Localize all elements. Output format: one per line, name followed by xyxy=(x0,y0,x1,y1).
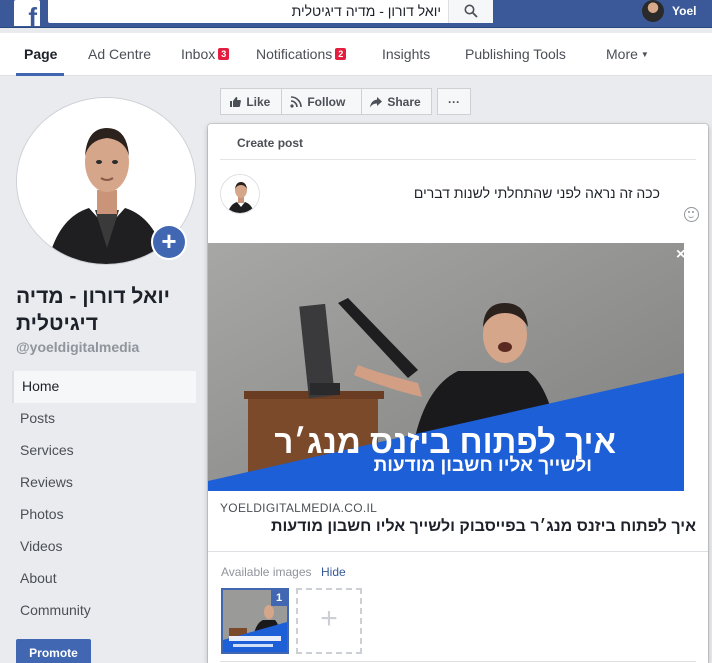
sidebar-item-about[interactable]: About xyxy=(12,563,196,595)
follow-label: Follow xyxy=(307,95,346,109)
page-title: יואל דורון - מדיה דיגיטלית xyxy=(16,285,170,335)
divider xyxy=(220,661,696,662)
available-images-label: Available images xyxy=(221,565,312,579)
hide-images-link[interactable]: Hide xyxy=(321,565,346,579)
search-icon xyxy=(464,4,478,18)
more-options-button[interactable]: ··· xyxy=(437,88,471,115)
promote-button[interactable]: Promote xyxy=(16,639,91,663)
divider xyxy=(208,551,708,552)
post-text-input[interactable]: ככה זה נראה לפני שהתחלתי לשנות דברים xyxy=(414,185,660,201)
search-button[interactable] xyxy=(448,0,493,23)
remove-preview-close-icon[interactable]: × xyxy=(676,246,685,264)
top-bar: f יואל דורון - מדיה דיגיטלית Yoel xyxy=(0,0,712,28)
tab-more[interactable]: More ▼ xyxy=(606,46,649,62)
like-button[interactable]: Like xyxy=(220,88,282,115)
rss-icon xyxy=(290,96,302,108)
plus-icon: + xyxy=(320,602,338,635)
tab-page[interactable]: Page xyxy=(24,46,57,62)
avatar xyxy=(220,174,260,214)
thumbs-up-icon xyxy=(230,97,241,107)
banner-subheadline: ולשייך אליו חשבון מודעות xyxy=(373,455,592,476)
tab-inbox[interactable]: Inbox 3 xyxy=(181,46,230,62)
tab-inbox-label: Inbox xyxy=(181,46,216,62)
plus-icon: + xyxy=(153,226,185,258)
add-image-button[interactable]: + xyxy=(296,588,362,654)
share-label: Share xyxy=(387,95,421,109)
link-domain: YOELDIGITALMEDIA.CO.IL xyxy=(220,501,378,515)
search-bar[interactable]: יואל דורון - מדיה דיגיטלית xyxy=(48,0,493,23)
facebook-logo-icon[interactable]: f xyxy=(14,0,40,26)
sidebar-nav: Home Posts Services Reviews Photos Video… xyxy=(12,371,196,627)
composer-header: Create post xyxy=(220,124,696,160)
create-post-dialog: Create post ככה זה נראה לפני שהתחלתי לשנ… xyxy=(208,124,708,663)
sidebar-item-community[interactable]: Community xyxy=(12,595,196,627)
link-title[interactable]: איך לפתוח ביזנס מנג׳ר בפייסבוק ולשייך אל… xyxy=(271,518,696,536)
search-input[interactable]: יואל דורון - מדיה דיגיטלית xyxy=(292,3,441,19)
sidebar-item-home[interactable]: Home xyxy=(12,371,196,403)
selected-count-badge: 1 xyxy=(271,590,287,606)
tab-notifications[interactable]: Notifications 2 xyxy=(256,46,347,62)
composer-avatar-image xyxy=(221,175,259,213)
follow-button[interactable]: Follow xyxy=(281,88,362,115)
inbox-badge: 3 xyxy=(218,48,230,60)
sidebar-item-services[interactable]: Services xyxy=(12,435,196,467)
like-label: Like xyxy=(246,95,271,109)
user-name: Yoel xyxy=(672,4,697,18)
active-tab-indicator xyxy=(16,73,64,76)
sidebar-item-videos[interactable]: Videos xyxy=(12,531,196,563)
tab-more-label: More xyxy=(606,46,638,62)
caret-down-icon: ▼ xyxy=(640,50,649,59)
tab-ad-centre[interactable]: Ad Centre xyxy=(88,46,151,62)
tab-insights[interactable]: Insights xyxy=(382,46,430,62)
page-nav-bar: Page Ad Centre Inbox 3 Notifications 2 Ins… xyxy=(0,33,712,76)
emoji-icon[interactable] xyxy=(684,207,699,222)
sidebar-item-photos[interactable]: Photos xyxy=(12,499,196,531)
update-profile-picture-button[interactable]: + xyxy=(151,224,187,260)
avatar xyxy=(642,0,664,22)
composer-title[interactable]: Create post xyxy=(237,136,303,150)
link-preview-image[interactable]: איך לפתוח ביזנס מנג׳ר ולשייך אליו חשבון … xyxy=(208,243,684,491)
tab-publishing-tools[interactable]: Publishing Tools xyxy=(465,46,566,62)
share-arrow-icon xyxy=(370,97,382,108)
sidebar-item-reviews[interactable]: Reviews xyxy=(12,467,196,499)
share-button[interactable]: Share xyxy=(361,88,432,115)
page-username[interactable]: @yoeldigitalmedia xyxy=(16,339,139,355)
selected-image-thumbnail[interactable]: 1 xyxy=(221,588,289,654)
tab-notifications-label: Notifications xyxy=(256,46,333,62)
notifications-badge: 2 xyxy=(335,48,347,60)
sidebar-item-posts[interactable]: Posts xyxy=(12,403,196,435)
